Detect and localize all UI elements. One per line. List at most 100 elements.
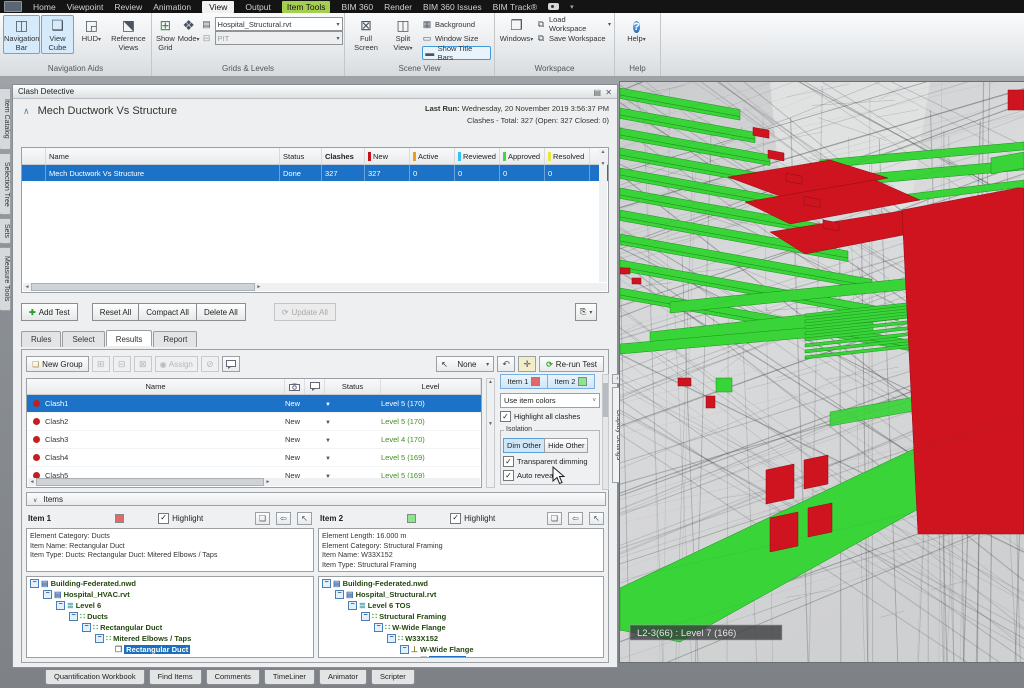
use-item-colors-select[interactable]: Use item colors˅ (500, 393, 600, 408)
menu-viewpoint[interactable]: Viewpoint (67, 2, 104, 12)
collapse-box-icon[interactable]: − (82, 623, 91, 632)
hud-button[interactable]: ◲HUD▾ (75, 15, 108, 46)
collapse-box-icon[interactable]: − (387, 634, 396, 643)
full-screen-button[interactable]: ⊠Full Screen (348, 15, 384, 54)
collapse-box-icon[interactable]: − (43, 590, 52, 599)
results-horizontal-scrollbar[interactable]: ◄► (28, 478, 480, 486)
menu-output[interactable]: Output (245, 2, 271, 12)
tree-item[interactable]: ❒W33X152 (319, 655, 603, 658)
show-title-bars-button[interactable]: ▬Show Title Bars (422, 46, 491, 60)
explode-group-icon[interactable]: ⊠ (134, 356, 152, 372)
reset-all-button[interactable]: Reset All (92, 303, 140, 321)
collapse-box-icon[interactable]: − (335, 590, 344, 599)
update-all-button[interactable]: ⟳Update All (274, 303, 336, 321)
tree-item[interactable]: −≣Level 6 (27, 600, 313, 611)
tree-item[interactable]: −∷Structural Framing (319, 611, 603, 622)
auto-reveal-checkbox[interactable]: ✓Auto reveal (503, 470, 597, 481)
collapse-box-icon[interactable]: − (361, 612, 370, 621)
remove-from-group-icon[interactable]: ⊟ (113, 356, 131, 372)
tab-results[interactable]: Results (106, 330, 153, 346)
item1-toggle-button[interactable]: Item 1 (500, 374, 548, 389)
collapse-box-icon[interactable]: − (348, 601, 357, 610)
highlight-pin-icon[interactable]: ✛ (518, 356, 536, 372)
tab-rules[interactable]: Rules (21, 331, 61, 347)
rerun-test-button[interactable]: ⟳Re-run Test (539, 356, 604, 372)
tree-item[interactable]: −▤Hospital_HVAC.rvt (27, 589, 313, 600)
sidebar-tab-measure-tools[interactable]: Measure Tools (0, 247, 11, 311)
menu-home[interactable]: Home (33, 2, 56, 12)
view-cube-button[interactable]: ❏View Cube (41, 15, 74, 54)
collapse-box-icon[interactable]: − (69, 612, 78, 621)
group-clashes-icon[interactable]: ⊞ (92, 356, 110, 372)
undo-icon[interactable]: ↶ (497, 356, 515, 372)
tab-scripter[interactable]: Scripter (371, 670, 415, 685)
compact-all-button[interactable]: Compact All (138, 303, 197, 321)
clash-row[interactable]: Clash1 New ▼ Level 5 (170) (27, 395, 481, 413)
select-arrow-icon[interactable]: ↖ (589, 512, 604, 525)
close-icon[interactable]: ✕ (605, 86, 612, 100)
sidebar-tab-item-catalog[interactable]: Item Catalog (0, 88, 11, 150)
collapse-box-icon[interactable]: − (374, 623, 383, 632)
split-view-button[interactable]: ◫Split View▾ (385, 15, 421, 55)
menu-bim-track[interactable]: BIM Track® (493, 2, 538, 12)
tests-horizontal-scrollbar[interactable]: ◄► (23, 283, 607, 291)
dim-other-button[interactable]: Dim Other (503, 438, 545, 453)
menu-bim360[interactable]: BIM 360 (341, 2, 373, 12)
app-icon[interactable] (4, 1, 22, 12)
tree-item[interactable]: ❒Rectangular Duct (27, 644, 313, 655)
new-group-button[interactable]: ❏New Group (26, 356, 89, 372)
item2-highlight-checkbox[interactable]: ✓Highlight (450, 513, 495, 524)
clash-row[interactable]: Clash4 New ▼ Level 5 (169) (27, 449, 481, 467)
select-arrow-icon[interactable]: ↖ (297, 512, 312, 525)
window-size-button[interactable]: ▭Window Size (422, 32, 491, 44)
tree-item[interactable]: −∷W33X152 (319, 633, 603, 644)
filter-select[interactable]: ↖None▾ (436, 356, 494, 372)
collapse-box-icon[interactable]: − (30, 579, 39, 588)
scene-viewport[interactable]: L2-3(66) : Level 7 (166) (620, 82, 1024, 662)
tab-find-items[interactable]: Find Items (149, 670, 202, 685)
tree-item[interactable]: −⊥W-Wide Flange (319, 644, 603, 655)
transparent-dimming-checkbox[interactable]: ✓Transparent dimming (503, 456, 597, 467)
tab-animator[interactable]: Animator (319, 670, 367, 685)
grid-combo[interactable]: PIT▾ (215, 31, 343, 45)
clash-row[interactable]: Clash2 New ▼ Level 5 (170) (27, 413, 481, 431)
tree-item[interactable]: −∷W-Wide Flange (319, 622, 603, 633)
tree-item[interactable]: −∷Ducts (27, 611, 313, 622)
collapse-box-icon[interactable]: − (400, 645, 409, 654)
hide-other-button[interactable]: Hide Other (544, 438, 588, 453)
tree-item[interactable]: −▤Hospital_Structural.rvt (319, 589, 603, 600)
collapse-icon[interactable]: ∧ (23, 106, 30, 116)
highlight-all-checkbox[interactable]: ✓Highlight all clashes (500, 411, 600, 422)
assign-button[interactable]: ◉ Assign (155, 356, 198, 372)
items-section-header[interactable]: ∨Items (26, 492, 606, 506)
tab-comments[interactable]: Comments (206, 670, 260, 685)
delete-all-button[interactable]: Delete All (196, 303, 246, 321)
screencast-icon[interactable] (548, 3, 559, 10)
level-combo[interactable]: Hospital_Structural.rvt▾ (215, 17, 343, 31)
select-in-scene-icon[interactable]: ❏ (255, 512, 270, 525)
switchback-icon[interactable]: ⇦ (276, 512, 291, 525)
tab-select[interactable]: Select (62, 331, 104, 347)
menu-view[interactable]: View (202, 1, 234, 13)
results-vertical-scrollbar[interactable]: ▲▼ (486, 378, 495, 488)
tab-report[interactable]: Report (153, 331, 197, 347)
show-grid-button[interactable]: ⊞Show Grid (155, 15, 176, 54)
select-in-scene-icon[interactable]: ❏ (547, 512, 562, 525)
menu-animation[interactable]: Animation (153, 2, 191, 12)
settings-scrollbar[interactable] (602, 374, 609, 490)
unassign-icon[interactable]: ⊘ (201, 356, 219, 372)
comment-icon[interactable] (222, 356, 240, 372)
menu-item-tools[interactable]: Item Tools (282, 1, 331, 13)
switchback-icon[interactable]: ⇦ (568, 512, 583, 525)
windows-button[interactable]: ❐Windows▾ (498, 15, 535, 46)
save-workspace-button[interactable]: ⧉Save Workspace (536, 32, 611, 44)
pin-icon[interactable]: ▤ (593, 86, 601, 100)
collapse-box-icon[interactable]: − (322, 579, 331, 588)
collapse-box-icon[interactable]: − (95, 634, 104, 643)
test-row[interactable]: Mech Ductwork Vs Structure Done 327 327 … (22, 165, 608, 181)
item2-toggle-button[interactable]: Item 2 (547, 374, 595, 389)
chevron-down-icon[interactable]: ▾ (570, 3, 574, 11)
tree-item[interactable]: −∷Rectangular Duct (27, 622, 313, 633)
menu-bim360-issues[interactable]: BIM 360 Issues (423, 2, 482, 12)
tree-item[interactable]: −▤Building-Federated.nwd (319, 578, 603, 589)
